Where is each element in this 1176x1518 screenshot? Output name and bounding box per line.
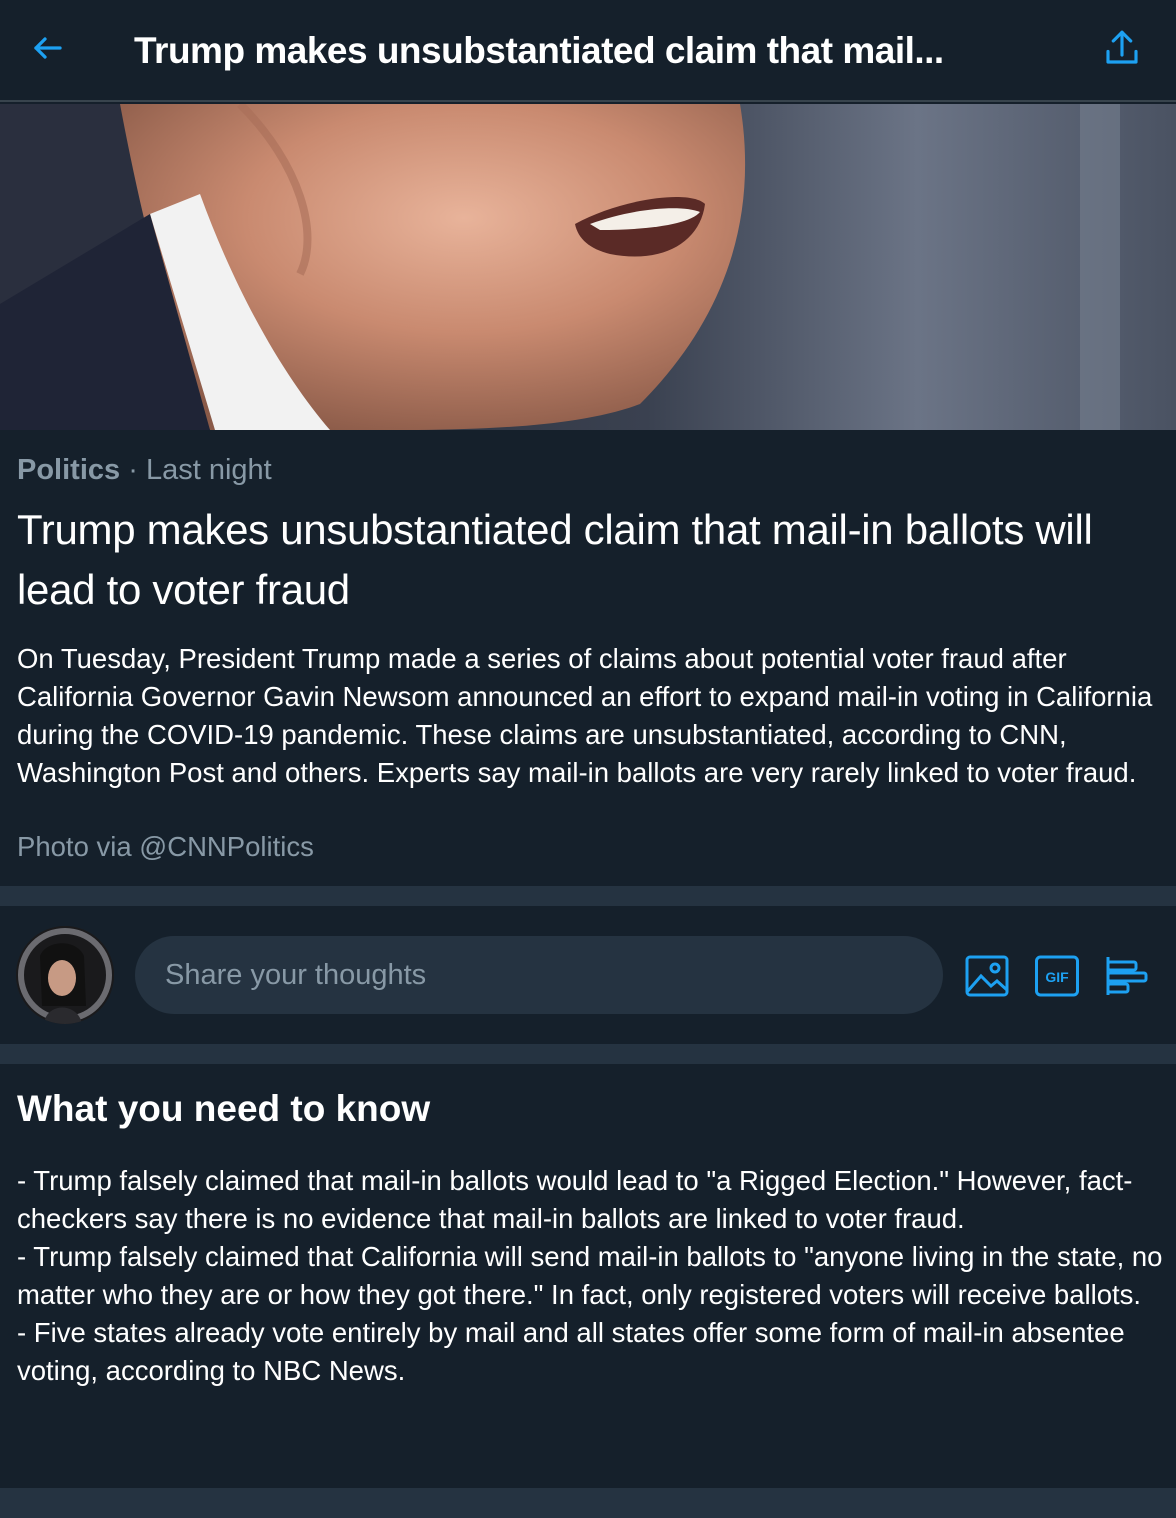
list-item: - Trump falsely claimed that California … bbox=[17, 1241, 1163, 1310]
image-icon[interactable] bbox=[964, 954, 1010, 998]
section-divider bbox=[0, 886, 1176, 906]
list-item: - Five states already vote entirely by m… bbox=[17, 1317, 1125, 1386]
section-divider bbox=[0, 1488, 1176, 1518]
header-title: Trump makes unsubstantiated claim that m… bbox=[134, 30, 944, 71]
gif-icon[interactable]: GIF bbox=[1034, 954, 1080, 998]
poll-icon[interactable] bbox=[1104, 954, 1150, 998]
avatar[interactable] bbox=[16, 926, 114, 1024]
share-icon bbox=[1101, 27, 1143, 74]
meta-separator: · bbox=[128, 454, 138, 486]
need-to-know-title: What you need to know bbox=[17, 1088, 431, 1129]
article-summary: On Tuesday, President Trump made a serie… bbox=[17, 643, 1153, 788]
need-to-know-list: - Trump falsely claimed that mail-in bal… bbox=[17, 1162, 1167, 1390]
article-time: Last night bbox=[145, 454, 272, 486]
gif-label: GIF bbox=[1045, 969, 1069, 985]
section-divider bbox=[0, 1044, 1176, 1064]
article-headline: Trump makes unsubstantiated claim that m… bbox=[17, 506, 1093, 613]
article-meta: Politics · Last night bbox=[17, 450, 272, 490]
photo-credit[interactable]: Photo via @CNNPolitics bbox=[17, 828, 314, 866]
article-category[interactable]: Politics bbox=[17, 454, 120, 486]
hero-photo-illustration bbox=[0, 104, 1176, 430]
share-thoughts-input[interactable] bbox=[135, 936, 943, 1014]
article-hero-image bbox=[0, 104, 1176, 430]
back-button[interactable] bbox=[26, 28, 70, 72]
top-bar: Trump makes unsubstantiated claim that m… bbox=[0, 0, 1176, 102]
arrow-left-icon bbox=[30, 30, 66, 71]
list-item: - Trump falsely claimed that mail-in bal… bbox=[17, 1165, 1133, 1234]
avatar-photo bbox=[16, 926, 114, 1024]
reply-composer: GIF bbox=[0, 906, 1176, 1042]
share-button[interactable] bbox=[1098, 26, 1146, 74]
